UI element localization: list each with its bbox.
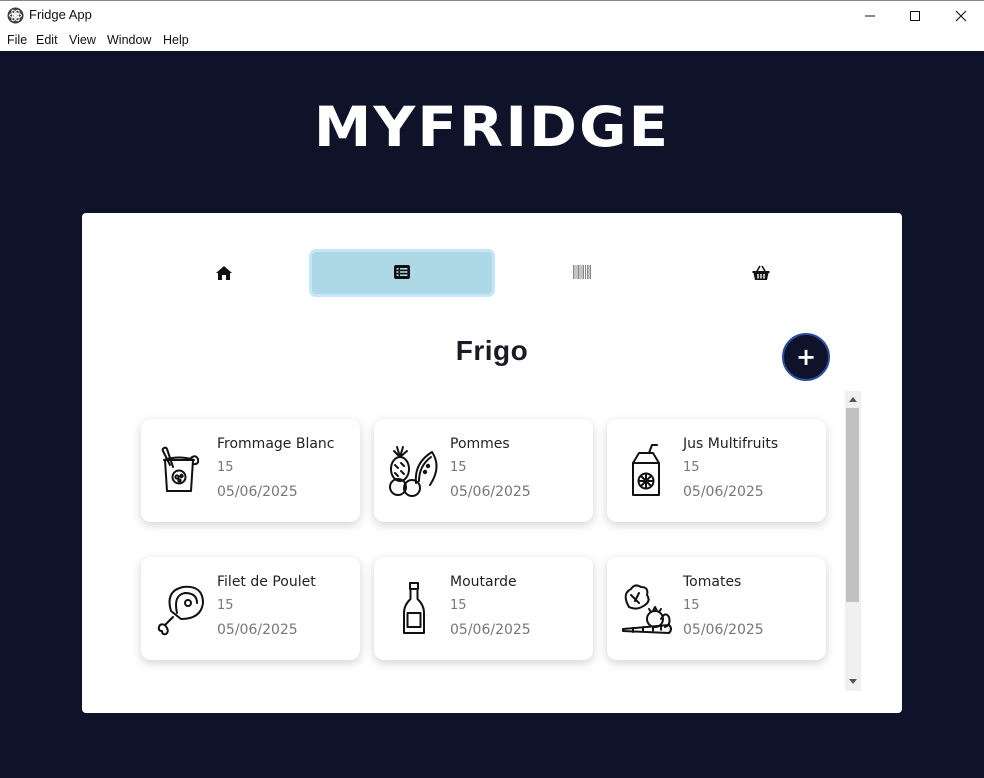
item-name: Filet de Poulet [217,574,316,590]
item-name: Moutarde [450,574,517,590]
add-item-button[interactable]: + [782,333,830,381]
yogurt-icon [161,446,200,492]
juice-box-icon [632,444,660,496]
item-name: Tomates [683,574,742,590]
meat-icon [157,585,204,636]
app-logo-icon [7,7,24,24]
item-quantity: 15 [217,460,234,475]
item-date: 05/06/2025 [683,484,764,500]
item-card[interactable]: Moutarde 15 05/06/2025 [374,557,593,660]
tab-fridge-list[interactable] [309,249,495,297]
plus-icon: + [795,343,817,371]
section-title: Frigo [455,335,529,366]
close-icon [955,10,967,22]
minimize-button[interactable] [847,1,893,31]
close-button[interactable] [938,1,984,31]
window-titlebar: Fridge App [0,0,984,30]
minimize-icon [865,15,875,17]
menu-view[interactable]: View [69,33,96,47]
item-quantity: 15 [450,460,467,475]
item-date: 05/06/2025 [683,622,764,638]
tab-home[interactable] [130,249,316,297]
item-name: Jus Multifruits [683,436,779,452]
app-logo-text: MYFRIDGE [313,95,671,159]
menu-file[interactable]: File [7,33,27,47]
item-card[interactable]: Frommage Blanc 15 05/06/2025 [141,419,360,522]
item-date: 05/06/2025 [450,484,531,500]
item-date: 05/06/2025 [217,622,298,638]
menu-edit[interactable]: Edit [36,33,58,47]
scroll-up-icon[interactable] [849,397,857,402]
maximize-button[interactable] [892,1,938,31]
scroll-down-icon[interactable] [849,679,857,684]
item-list-scrollbar[interactable] [845,391,861,691]
maximize-icon [910,11,920,21]
item-quantity: 15 [683,598,700,613]
item-card[interactable]: Jus Multifruits 15 05/06/2025 [607,419,826,522]
item-name: Pommes [450,436,510,452]
basket-icon [752,265,770,280]
item-card[interactable]: Tomates 15 05/06/2025 [607,557,826,660]
item-date: 05/06/2025 [217,484,298,500]
item-date: 05/06/2025 [450,622,531,638]
main-panel: Frigo + Frommage Blanc 15 05/06/2025 Pom… [82,213,902,713]
fruits-icon [389,446,438,497]
bottle-icon [403,582,425,634]
item-name: Frommage Blanc [217,436,335,452]
list-icon [394,265,410,279]
item-quantity: 15 [217,598,234,613]
menu-help[interactable]: Help [163,33,189,47]
item-card[interactable]: Filet de Poulet 15 05/06/2025 [141,557,360,660]
item-card[interactable]: Pommes 15 05/06/2025 [374,419,593,522]
window-title: Fridge App [29,7,92,22]
vegetables-icon [622,584,672,634]
menu-window[interactable]: Window [107,33,151,47]
home-icon [216,266,232,280]
scroll-thumb[interactable] [846,408,859,602]
tab-scanner[interactable] [488,249,674,297]
item-list: Frommage Blanc 15 05/06/2025 Pommes 15 0… [132,391,862,691]
menu-bar: File Edit View Window Help [0,30,984,51]
barcode-icon [573,265,591,279]
item-quantity: 15 [450,598,467,613]
item-quantity: 15 [683,460,700,475]
tab-shopping[interactable] [667,249,853,297]
